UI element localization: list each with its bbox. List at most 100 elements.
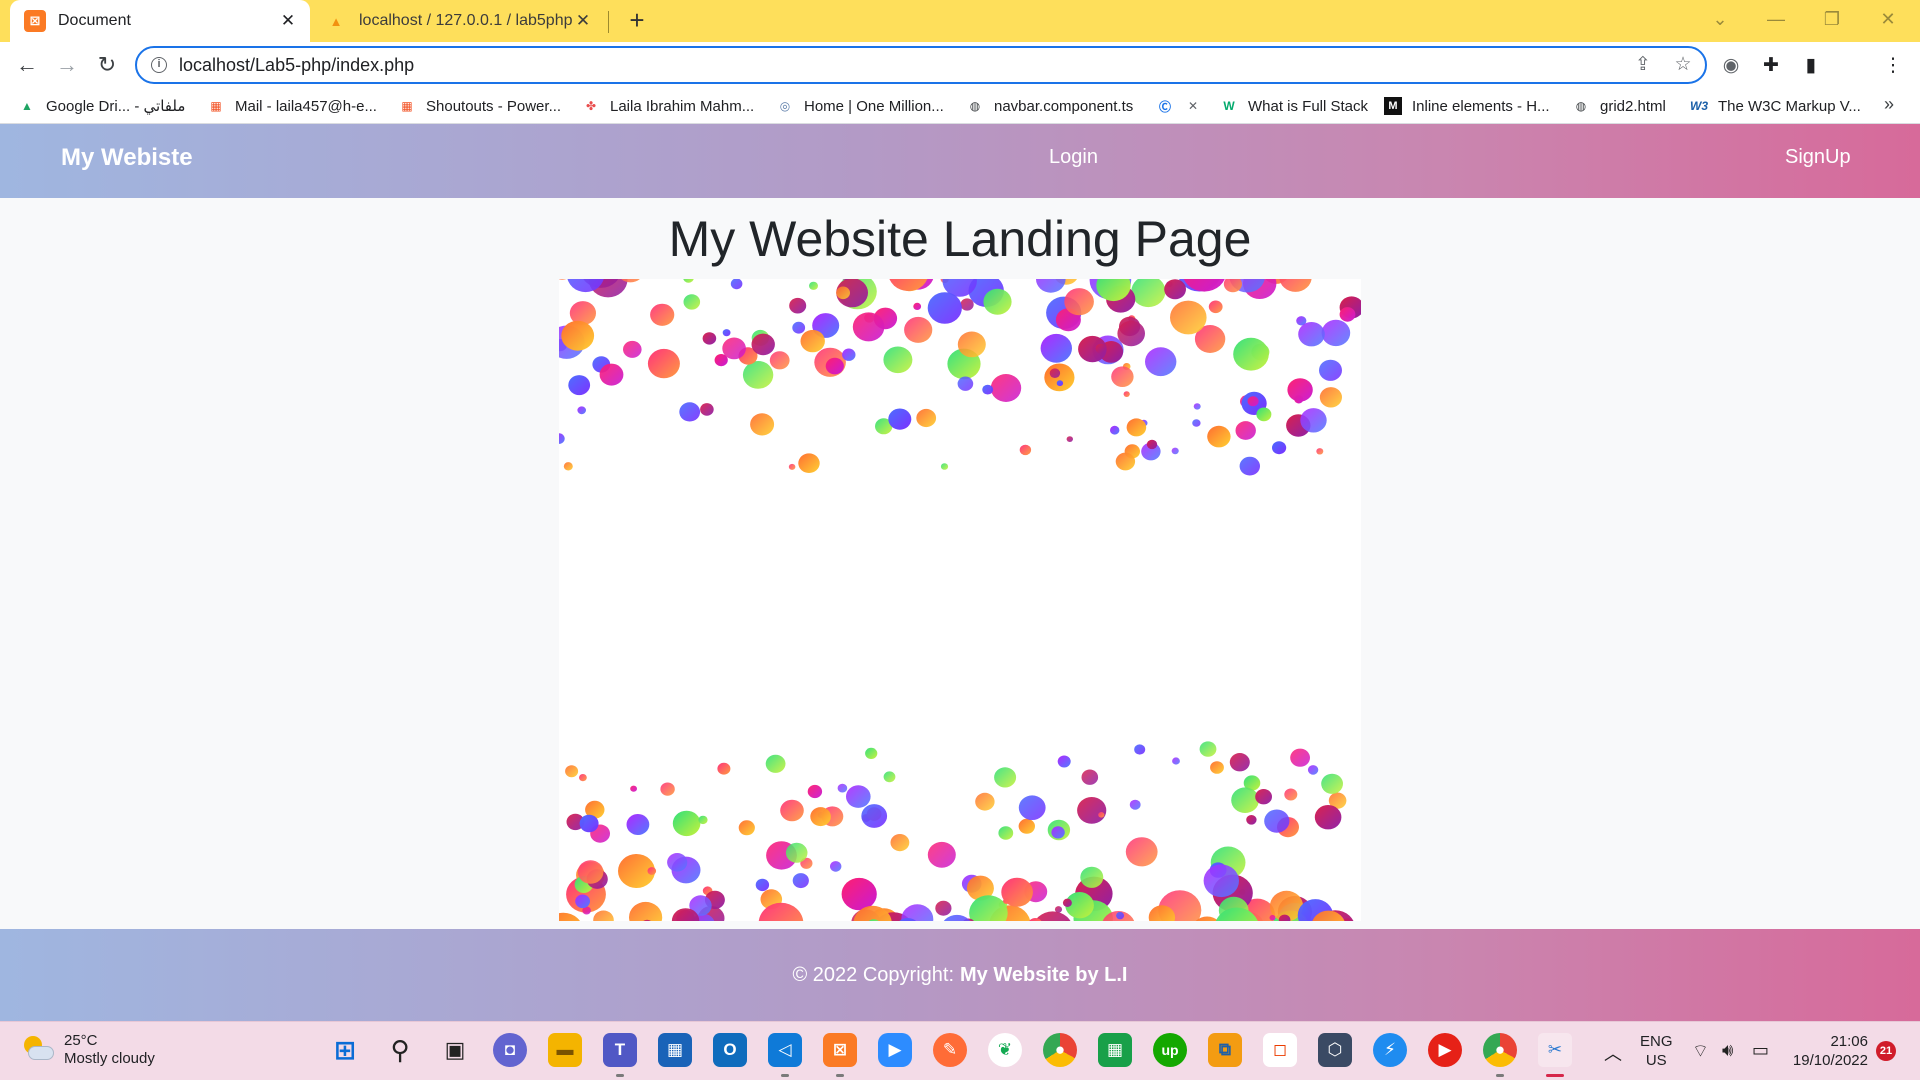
confetti-bubble xyxy=(957,331,986,358)
tab-strip: ⊠ Document ✕ ▲ localhost / 127.0.0.1 / l… xyxy=(0,0,1920,42)
3d-box-icon[interactable]: ⬡ xyxy=(1318,1033,1352,1067)
browser-toolbar: ← → ↻ i localhost/Lab5-php/index.php ⇪ ☆… xyxy=(0,42,1920,120)
confetti-bubble xyxy=(683,279,694,283)
bookmark-grid2[interactable]: ◍ grid2.html xyxy=(1572,95,1666,117)
confetti-bubble xyxy=(841,877,877,911)
chevron-up-icon[interactable]: ︿ xyxy=(1604,1040,1622,1066)
bookmark-google-drive[interactable]: ▲ Google Dri... - ملفاتي xyxy=(18,95,185,117)
minimize-button[interactable]: — xyxy=(1748,0,1804,38)
language-code: ENG xyxy=(1640,1033,1673,1050)
share-icon[interactable]: ⇪ xyxy=(1630,51,1656,77)
confetti-bubble xyxy=(1095,343,1107,354)
clock-time: 21:06 xyxy=(1830,1033,1868,1050)
outlook-icon[interactable]: O xyxy=(713,1033,747,1067)
confetti-bubble xyxy=(702,332,717,345)
back-button[interactable]: ← xyxy=(12,50,42,80)
confetti-bubble xyxy=(1001,877,1033,907)
file-explorer-icon[interactable]: ▬ xyxy=(548,1033,582,1067)
volume-icon[interactable]: 🔊︎ xyxy=(1722,1040,1733,1061)
excel-icon[interactable]: ▦ xyxy=(1098,1033,1132,1067)
side-panel-icon[interactable]: ▮ xyxy=(1798,52,1824,78)
extensions-icon[interactable]: ✚ xyxy=(1758,52,1784,78)
virtualbox-icon[interactable]: ⧉ xyxy=(1208,1033,1242,1067)
new-tab-button[interactable]: + xyxy=(622,6,652,36)
confetti-bubble xyxy=(883,771,896,783)
search-icon[interactable]: ⚲ xyxy=(383,1033,417,1067)
chat-icon[interactable]: ◘ xyxy=(493,1033,527,1067)
vscode-icon[interactable]: ◁ xyxy=(768,1033,802,1067)
tab-document[interactable]: ⊠ Document ✕ xyxy=(10,0,310,42)
bookmark-inline-elements[interactable]: M Inline elements - H... xyxy=(1384,95,1550,117)
weather-widget[interactable]: 25°C Mostly cloudy xyxy=(22,1032,155,1068)
confetti-bubble xyxy=(798,453,820,473)
confetti-bubble xyxy=(672,810,701,837)
site-brand[interactable]: My Webiste xyxy=(61,144,193,172)
youtube-icon[interactable]: ▶ xyxy=(1428,1033,1462,1067)
close-icon[interactable]: ✕ xyxy=(278,11,298,31)
task-view-icon[interactable]: ▣ xyxy=(438,1033,472,1067)
confetti-bubble xyxy=(1044,363,1075,392)
confetti-bubble xyxy=(916,408,937,428)
teams-icon[interactable]: T xyxy=(603,1033,637,1067)
window-close-button[interactable]: ✕ xyxy=(1860,0,1916,38)
chrome-icon[interactable]: ● xyxy=(1043,1033,1077,1067)
restore-button[interactable]: ❐ xyxy=(1804,0,1860,38)
confetti-bubble xyxy=(683,294,701,310)
site-info-icon[interactable]: i xyxy=(151,57,167,73)
bookmark-one-million[interactable]: ◎ Home | One Million... xyxy=(776,95,944,117)
camera-icon[interactable]: ◉ xyxy=(1718,52,1744,78)
confetti-bubble xyxy=(842,348,856,361)
globe-icon: ◍ xyxy=(1575,99,1587,113)
signup-link[interactable]: SignUp xyxy=(1785,146,1851,169)
forward-button[interactable]: → xyxy=(52,50,82,80)
confetti-bubble xyxy=(1019,444,1032,456)
confetti-bubble xyxy=(788,463,796,470)
xampp-icon[interactable]: ⊠ xyxy=(823,1033,857,1067)
zoom-icon[interactable]: ▶ xyxy=(878,1033,912,1067)
menu-icon[interactable]: ⋮ xyxy=(1880,52,1906,78)
mongodb-icon[interactable]: ❦ xyxy=(988,1033,1022,1067)
store-icon[interactable]: ▦ xyxy=(658,1033,692,1067)
confetti-bubble xyxy=(1269,914,1276,921)
bookmark-navbar-component[interactable]: ◍ navbar.component.ts xyxy=(966,95,1134,117)
more-bookmarks-icon[interactable]: » xyxy=(1884,94,1894,115)
close-icon[interactable]: ✕ xyxy=(573,11,593,31)
confetti-bubble xyxy=(575,894,590,909)
bookmark-mail[interactable]: ▦ Mail - laila457@h-e... xyxy=(207,95,377,117)
postman-icon[interactable]: ✎ xyxy=(933,1033,967,1067)
phpmyadmin-icon: ▲ xyxy=(329,13,343,29)
chrome-profile-icon[interactable]: ● xyxy=(1483,1033,1517,1067)
bookmark-shoutouts[interactable]: ▦ Shoutouts - Power... xyxy=(398,95,561,117)
confetti-bubble xyxy=(1062,898,1072,907)
battery-icon[interactable]: ▭ xyxy=(1752,1040,1769,1061)
weather-description: Mostly cloudy xyxy=(64,1050,155,1067)
bookmark-w3c-markup[interactable]: W3 The W3C Markup V... xyxy=(1690,95,1861,117)
google-drive-icon: ▲ xyxy=(21,99,33,113)
snipping-tool-icon[interactable]: ✂ xyxy=(1538,1033,1572,1067)
start-icon[interactable]: ⊞ xyxy=(328,1033,362,1067)
tab-title: Document xyxy=(58,12,131,29)
bookmark-star-icon[interactable]: ☆ xyxy=(1670,51,1696,77)
confetti-bubble xyxy=(1066,436,1073,442)
confetti-bubble xyxy=(935,900,952,916)
messenger-icon[interactable]: ⚡ xyxy=(1373,1033,1407,1067)
upwork-icon[interactable]: up xyxy=(1153,1033,1187,1067)
office-icon[interactable]: ◻ xyxy=(1263,1033,1297,1067)
confetti-bubble xyxy=(1300,408,1327,433)
bookmark-full-stack[interactable]: W What is Full Stack xyxy=(1220,95,1368,117)
address-bar[interactable]: i localhost/Lab5-php/index.php xyxy=(135,46,1707,84)
bookmark-laila[interactable]: ✤ Laila Ibrahim Mahm... xyxy=(582,95,754,117)
confetti-bubble xyxy=(1018,818,1035,834)
login-link[interactable]: Login xyxy=(1049,146,1098,169)
reload-button[interactable]: ↻ xyxy=(92,50,122,80)
bookmark-c-logo[interactable]: Ⓒ ✕ xyxy=(1156,95,1202,117)
confetti-bubble xyxy=(994,767,1017,788)
wifi-icon[interactable]: ⌔ xyxy=(1692,1040,1709,1063)
tab-phpmyadmin[interactable]: ▲ localhost / 127.0.0.1 / lab5php / u ✕ xyxy=(315,0,605,42)
language-indicator[interactable]: ENG US xyxy=(1640,1032,1673,1070)
tab-search-icon[interactable]: ⌄ xyxy=(1692,0,1748,38)
confetti-bubble xyxy=(1171,447,1179,455)
notification-badge[interactable]: 21 xyxy=(1876,1041,1896,1061)
clock[interactable]: 21:06 19/10/2022 xyxy=(1792,1032,1868,1070)
microsoft-icon: ▦ xyxy=(210,99,222,113)
